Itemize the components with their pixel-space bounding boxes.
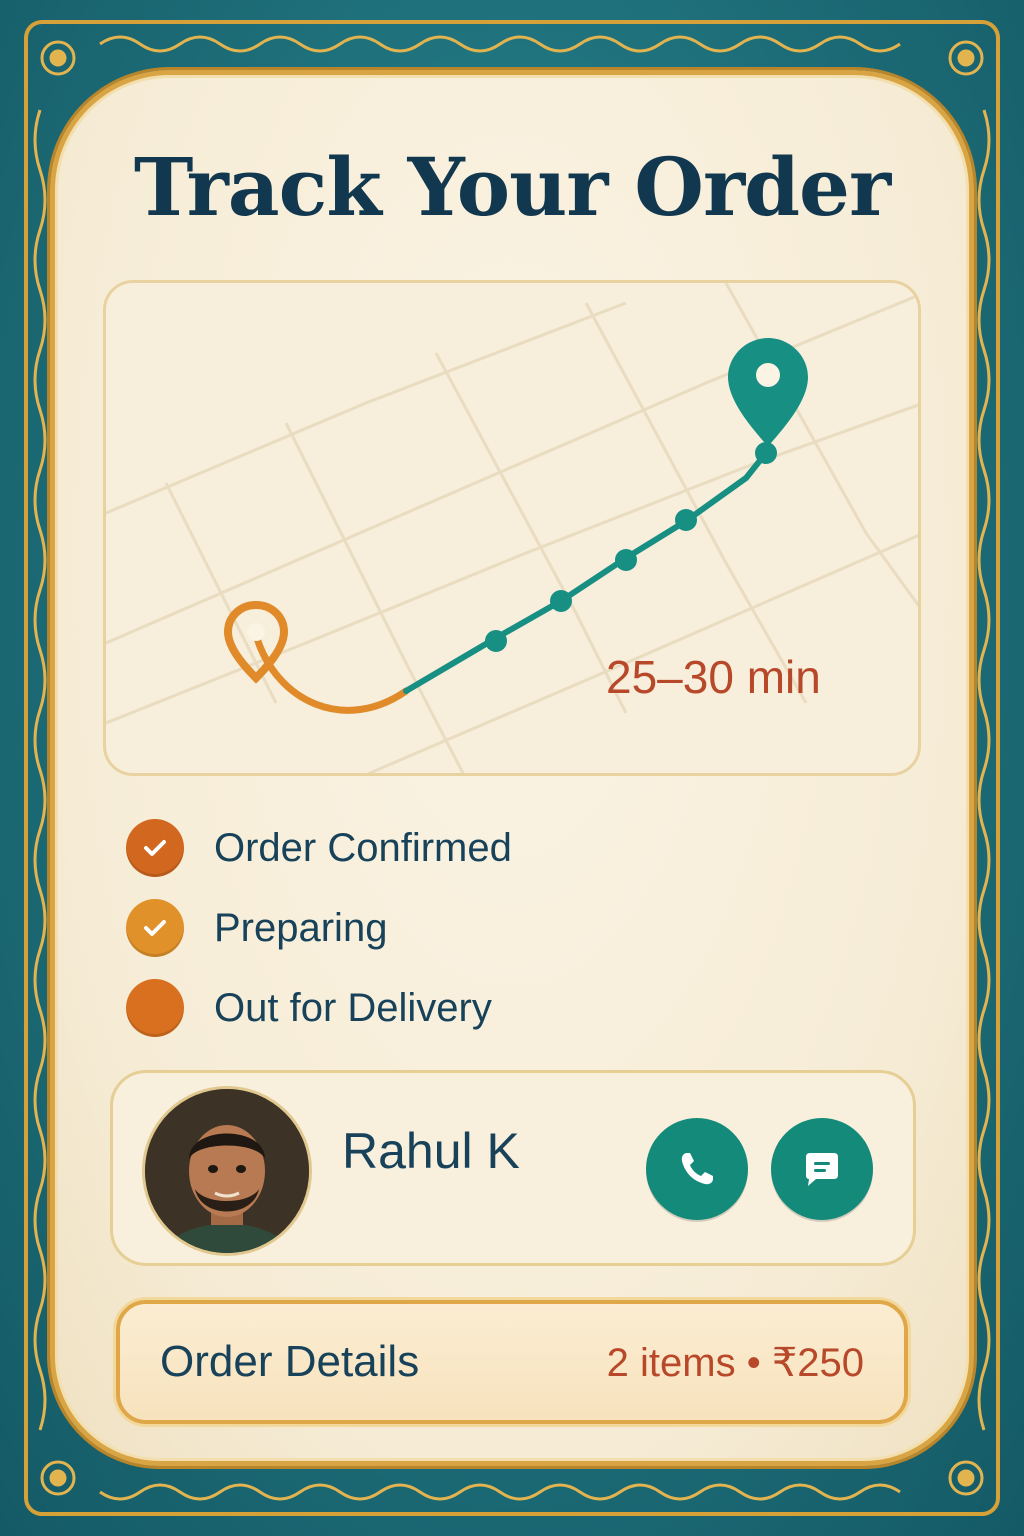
chat-icon	[806, 1153, 838, 1186]
message-button[interactable]	[771, 1118, 873, 1220]
status-out-for-delivery: Out for Delivery	[126, 978, 646, 1038]
order-details-label: Order Details	[160, 1337, 420, 1386]
status-order-confirmed: Order Confirmed	[126, 818, 646, 878]
call-button[interactable]	[646, 1118, 748, 1220]
status-label: Out for Delivery	[214, 985, 492, 1030]
check-icon	[126, 819, 184, 877]
eta-label: 25–30 min	[606, 651, 821, 703]
driver-name: Rahul K	[342, 1123, 520, 1179]
check-icon	[126, 899, 184, 957]
current-status-dot-icon	[126, 979, 184, 1037]
status-preparing: Preparing	[126, 898, 646, 958]
phone-icon	[681, 1153, 713, 1185]
page-title: Track Your Order	[133, 140, 891, 234]
status-label: Order Confirmed	[214, 825, 512, 870]
status-label: Preparing	[214, 905, 388, 950]
destination-pin-icon	[728, 338, 808, 447]
order-summary: 2 items • ₹250	[606, 1341, 864, 1385]
driver-avatar	[145, 1089, 309, 1253]
